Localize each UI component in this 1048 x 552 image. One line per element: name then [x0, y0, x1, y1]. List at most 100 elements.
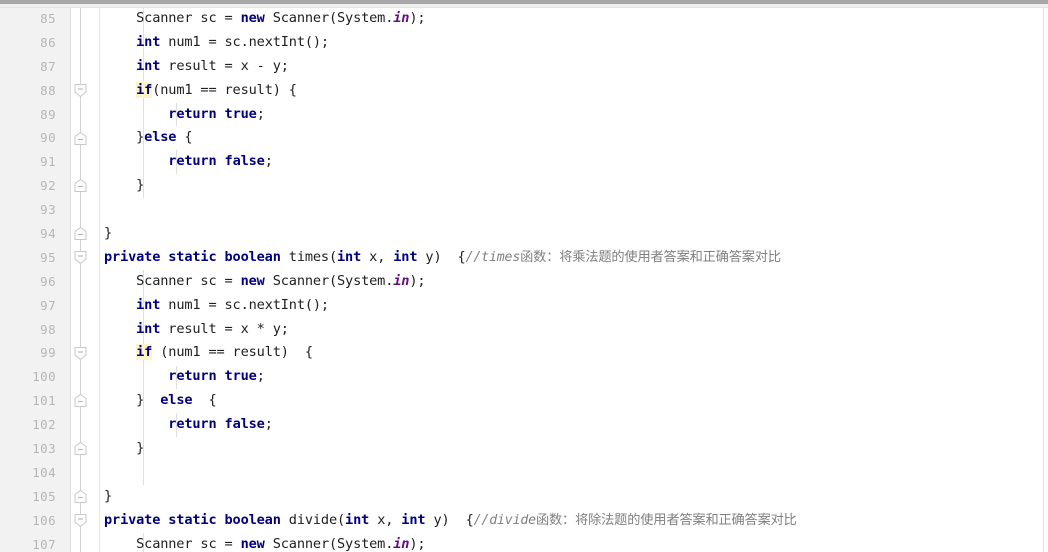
code-line[interactable]: 90 }else { — [0, 126, 1048, 150]
line-number[interactable]: 87 — [0, 55, 56, 79]
line-number[interactable]: 89 — [0, 103, 56, 127]
fold-collapse-icon[interactable] — [73, 346, 88, 361]
code-text[interactable]: if (num1 == result) { — [104, 341, 313, 365]
fold-collapse-icon[interactable] — [73, 513, 88, 528]
code-line[interactable]: 97 int num1 = sc.nextInt(); — [0, 294, 1048, 318]
code-line[interactable]: 98 int result = x * y; — [0, 318, 1048, 342]
line-number[interactable]: 105 — [0, 485, 56, 509]
code-token: result = x * y; — [160, 320, 289, 337]
code-text[interactable]: return false; — [104, 150, 273, 174]
fold-end-icon[interactable] — [73, 226, 88, 241]
code-line[interactable]: 99 if (num1 == result) { — [0, 341, 1048, 365]
keyword-token: int — [401, 511, 426, 528]
line-number[interactable]: 85 — [0, 7, 56, 31]
code-lines-container[interactable]: 85 Scanner sc = new Scanner(System.in); 8… — [0, 7, 1048, 552]
line-number[interactable]: 102 — [0, 413, 56, 437]
keyword-token: int — [136, 296, 161, 313]
keyword-token: new — [240, 272, 265, 289]
code-text[interactable]: return false; — [104, 413, 273, 437]
keyword-token: true — [224, 368, 257, 385]
line-number[interactable]: 90 — [0, 126, 56, 150]
keyword-token: return — [168, 153, 217, 170]
code-text[interactable]: private static boolean divide(int x, int… — [104, 509, 797, 533]
line-number[interactable]: 92 — [0, 174, 56, 198]
code-line[interactable]: 91 return false; — [0, 150, 1048, 174]
code-line[interactable]: 88 if(num1 == result) { — [0, 79, 1048, 103]
code-text[interactable]: Scanner sc = new Scanner(System.in); — [104, 533, 425, 552]
code-text[interactable]: int result = x - y; — [104, 55, 289, 79]
code-token: } — [104, 129, 145, 146]
code-token: ; — [256, 368, 265, 385]
code-token: ; — [256, 105, 265, 122]
code-line[interactable]: 89 return true; — [0, 103, 1048, 127]
code-text[interactable]: if(num1 == result) { — [104, 79, 297, 103]
code-line[interactable]: 106 private static boolean divide(int x, … — [0, 509, 1048, 533]
code-line[interactable]: 92 } — [0, 174, 1048, 198]
fold-end-icon[interactable] — [73, 131, 88, 146]
line-number[interactable]: 100 — [0, 365, 56, 389]
fold-end-icon[interactable] — [73, 441, 88, 456]
code-text[interactable]: return true; — [104, 103, 265, 127]
code-token: divide( — [280, 511, 346, 528]
fold-end-icon[interactable] — [73, 393, 88, 408]
code-text[interactable]: int result = x * y; — [104, 318, 289, 342]
code-text[interactable]: } — [104, 222, 112, 246]
code-line[interactable]: 104 — [0, 461, 1048, 485]
code-text[interactable]: private static boolean times(int x, int … — [104, 246, 781, 270]
code-line[interactable]: 93 — [0, 198, 1048, 222]
line-number[interactable]: 86 — [0, 31, 56, 55]
code-text[interactable]: int num1 = sc.nextInt(); — [104, 31, 329, 55]
line-number[interactable]: 95 — [0, 246, 56, 270]
keyword-token: new — [240, 535, 265, 552]
line-number[interactable]: 88 — [0, 79, 56, 103]
code-line[interactable]: 105} — [0, 485, 1048, 509]
code-line[interactable]: 86 int num1 = sc.nextInt(); — [0, 31, 1048, 55]
line-number[interactable]: 96 — [0, 270, 56, 294]
line-number[interactable]: 104 — [0, 461, 56, 485]
code-text[interactable]: } else { — [104, 389, 217, 413]
line-number[interactable]: 106 — [0, 509, 56, 533]
fold-collapse-icon[interactable] — [73, 250, 88, 265]
code-line[interactable]: 96 Scanner sc = new Scanner(System.in); — [0, 270, 1048, 294]
fold-end-icon[interactable] — [73, 489, 88, 504]
line-number[interactable]: 91 — [0, 150, 56, 174]
line-number[interactable]: 101 — [0, 389, 56, 413]
line-number[interactable]: 98 — [0, 318, 56, 342]
code-token: Scanner sc = — [104, 535, 241, 552]
code-text[interactable]: int num1 = sc.nextInt(); — [104, 294, 329, 318]
code-text[interactable]: return true; — [104, 365, 265, 389]
code-line[interactable]: 94} — [0, 222, 1048, 246]
code-line[interactable]: 107 Scanner sc = new Scanner(System.in); — [0, 533, 1048, 552]
line-number[interactable]: 103 — [0, 437, 56, 461]
code-line[interactable]: 102 return false; — [0, 413, 1048, 437]
keyword-token: return — [168, 416, 217, 433]
code-text[interactable]: }else { — [104, 126, 192, 150]
fold-collapse-icon[interactable] — [73, 83, 88, 98]
code-line[interactable]: 87 int result = x - y; — [0, 55, 1048, 79]
line-number[interactable]: 93 — [0, 198, 56, 222]
code-editor[interactable]: 85 Scanner sc = new Scanner(System.in); 8… — [0, 0, 1048, 552]
code-text[interactable]: Scanner sc = new Scanner(System.in); — [104, 7, 425, 31]
code-line[interactable]: 95 private static boolean times(int x, in… — [0, 246, 1048, 270]
code-token: } — [104, 487, 113, 504]
fold-end-icon[interactable] — [73, 178, 88, 193]
code-text[interactable]: } — [104, 485, 112, 509]
code-line[interactable]: 101 } else { — [0, 389, 1048, 413]
code-text[interactable]: } — [104, 437, 144, 461]
line-number[interactable]: 94 — [0, 222, 56, 246]
code-line[interactable]: 103 } — [0, 437, 1048, 461]
code-text[interactable]: Scanner sc = new Scanner(System.in); — [104, 270, 425, 294]
code-token: y) { — [417, 248, 466, 265]
line-number[interactable]: 99 — [0, 341, 56, 365]
code-line[interactable]: 100 return true; — [0, 365, 1048, 389]
code-token: x, — [369, 511, 402, 528]
code-line[interactable]: 85 Scanner sc = new Scanner(System.in); — [0, 7, 1048, 31]
line-number[interactable]: 97 — [0, 294, 56, 318]
code-token: ; — [264, 153, 273, 170]
line-number[interactable]: 107 — [0, 533, 56, 552]
code-text[interactable]: } — [104, 174, 144, 198]
keyword-token: return — [168, 368, 217, 385]
